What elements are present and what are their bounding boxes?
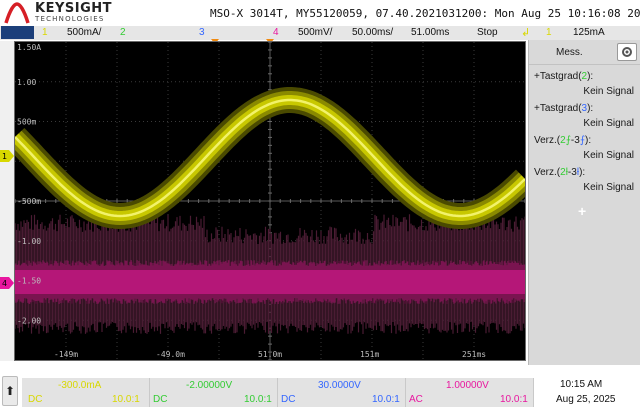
ch1-ground-marker-icon[interactable]: 1 [0, 150, 14, 162]
brand-name: KEYSIGHT [35, 1, 112, 16]
ch4-offset: 1.00000V [446, 380, 489, 391]
measurement-panel-title: Mess. [556, 47, 583, 58]
measurement-2-value: Kein Signal [583, 118, 634, 129]
ch3-offset: 30.0000V [318, 380, 361, 391]
svg-text:4: 4 [2, 279, 7, 288]
y-axis-label: 500m [17, 118, 36, 127]
measurement-4-label[interactable]: Verz.(2ƚ-3ƚ): [534, 167, 585, 178]
measurement-4-value: Kein Signal [583, 182, 634, 193]
separator [529, 64, 640, 65]
bottom-bar: ⬆ -300.0mA DC 10.0:1 -2.00000V DC 10.0:1… [0, 370, 640, 409]
ch1-coupling: DC [28, 394, 43, 405]
waveform-display[interactable]: 1.50A 1.00 500m -500m -1.00 -1.50 -2.00 -149m -… [14, 41, 526, 361]
ch1-number[interactable]: 1 [42, 27, 48, 38]
x-axis-label: -149m [54, 350, 78, 359]
x-axis-label: 51.0m [258, 350, 282, 359]
ch4-coupling: AC [409, 394, 423, 405]
ch3-coupling: DC [281, 394, 296, 405]
header-bar: KEYSIGHT TECHNOLOGIES MSO-X 3014T, MY551… [0, 0, 640, 26]
graticule-svg: 1.50A1.00500m-500m-1.00-1.50-2.00 -149m -… [15, 42, 525, 360]
x-axis-label: 151m [360, 350, 379, 359]
y-axis-label: 1.50A [17, 43, 41, 52]
ch3-probe: 10.0:1 [372, 394, 400, 405]
y-axis-label: 1.00 [17, 78, 36, 87]
measurement-1-label[interactable]: +Tastgrad(2): [534, 71, 593, 82]
measurement-3-value: Kein Signal [583, 150, 634, 161]
y-axis-labels: 1.50A 1.00 500m -500m -1.00 -1.50 -2.00 [17, 43, 41, 325]
svg-text:1: 1 [2, 152, 7, 161]
settings-gear-icon[interactable] [617, 43, 637, 61]
measurement-panel: Mess. +Tastgrad(2): Kein Signal +Tastgra… [528, 40, 640, 365]
x-axis-labels: -149m -49.0m 51.0m 151m 251ms [54, 350, 486, 359]
trigger-level[interactable]: 125mA [573, 27, 605, 38]
ch2-probe: 10.0:1 [244, 394, 272, 405]
y-axis-label: -2.00 [17, 316, 41, 325]
measurement-3-label[interactable]: Verz.(2⨍-3⨍): [534, 135, 591, 146]
clock-time: 10:15 AM [560, 379, 603, 390]
ground-marker-strip [0, 41, 14, 361]
ch1-scale[interactable]: 500mA/ [67, 27, 101, 38]
y-axis-label: -1.50 [17, 277, 41, 286]
run-state[interactable]: Stop [477, 27, 498, 38]
ch2-coupling: DC [153, 394, 168, 405]
add-measurement-button[interactable]: + [578, 203, 586, 219]
x-axis-label: 251ms [462, 350, 486, 359]
ch4-ground-marker-icon[interactable]: 4 [0, 277, 14, 289]
trigger-channel[interactable]: 1 [546, 27, 552, 38]
measurement-1-value: Kein Signal [583, 86, 634, 97]
instrument-info: MSO-X 3014T, MY55120059, 07.40.202103120… [210, 7, 640, 20]
ch2-number[interactable]: 2 [120, 27, 126, 38]
ch1-offset: -300.0mA [58, 380, 102, 391]
ch4-scale[interactable]: 500mV/ [298, 27, 332, 38]
softkey-menu-up-button[interactable]: ⬆ [2, 376, 18, 406]
ch2-info-box[interactable]: -2.00000V DC 10.0:1 [150, 378, 278, 407]
trigger-delay[interactable]: 51.00ms [411, 27, 449, 38]
brand-subtitle: TECHNOLOGIES [35, 15, 105, 23]
ch4-number[interactable]: 4 [273, 27, 279, 38]
ch3-info-box[interactable]: 30.0000V DC 10.0:1 [278, 378, 406, 407]
ch4-info-box[interactable]: 1.00000V AC 10.0:1 [406, 378, 534, 407]
timebase[interactable]: 50.00ms/ [352, 27, 393, 38]
ch3-number[interactable]: 3 [199, 27, 205, 38]
x-axis-label: -49.0m [156, 350, 185, 359]
ch1-probe: 10.0:1 [112, 394, 140, 405]
ch4-probe: 10.0:1 [500, 394, 528, 405]
ch1-info-box[interactable]: -300.0mA DC 10.0:1 [22, 378, 150, 407]
measurement-2-label[interactable]: +Tastgrad(3): [534, 103, 593, 114]
clock-date: Aug 25, 2025 [556, 394, 616, 405]
y-axis-label: -1.00 [17, 237, 41, 246]
ch4-trace [15, 214, 525, 334]
y-axis-label: -500m [17, 197, 41, 206]
keysight-logo-icon [4, 2, 30, 24]
ch2-offset: -2.00000V [186, 380, 233, 391]
